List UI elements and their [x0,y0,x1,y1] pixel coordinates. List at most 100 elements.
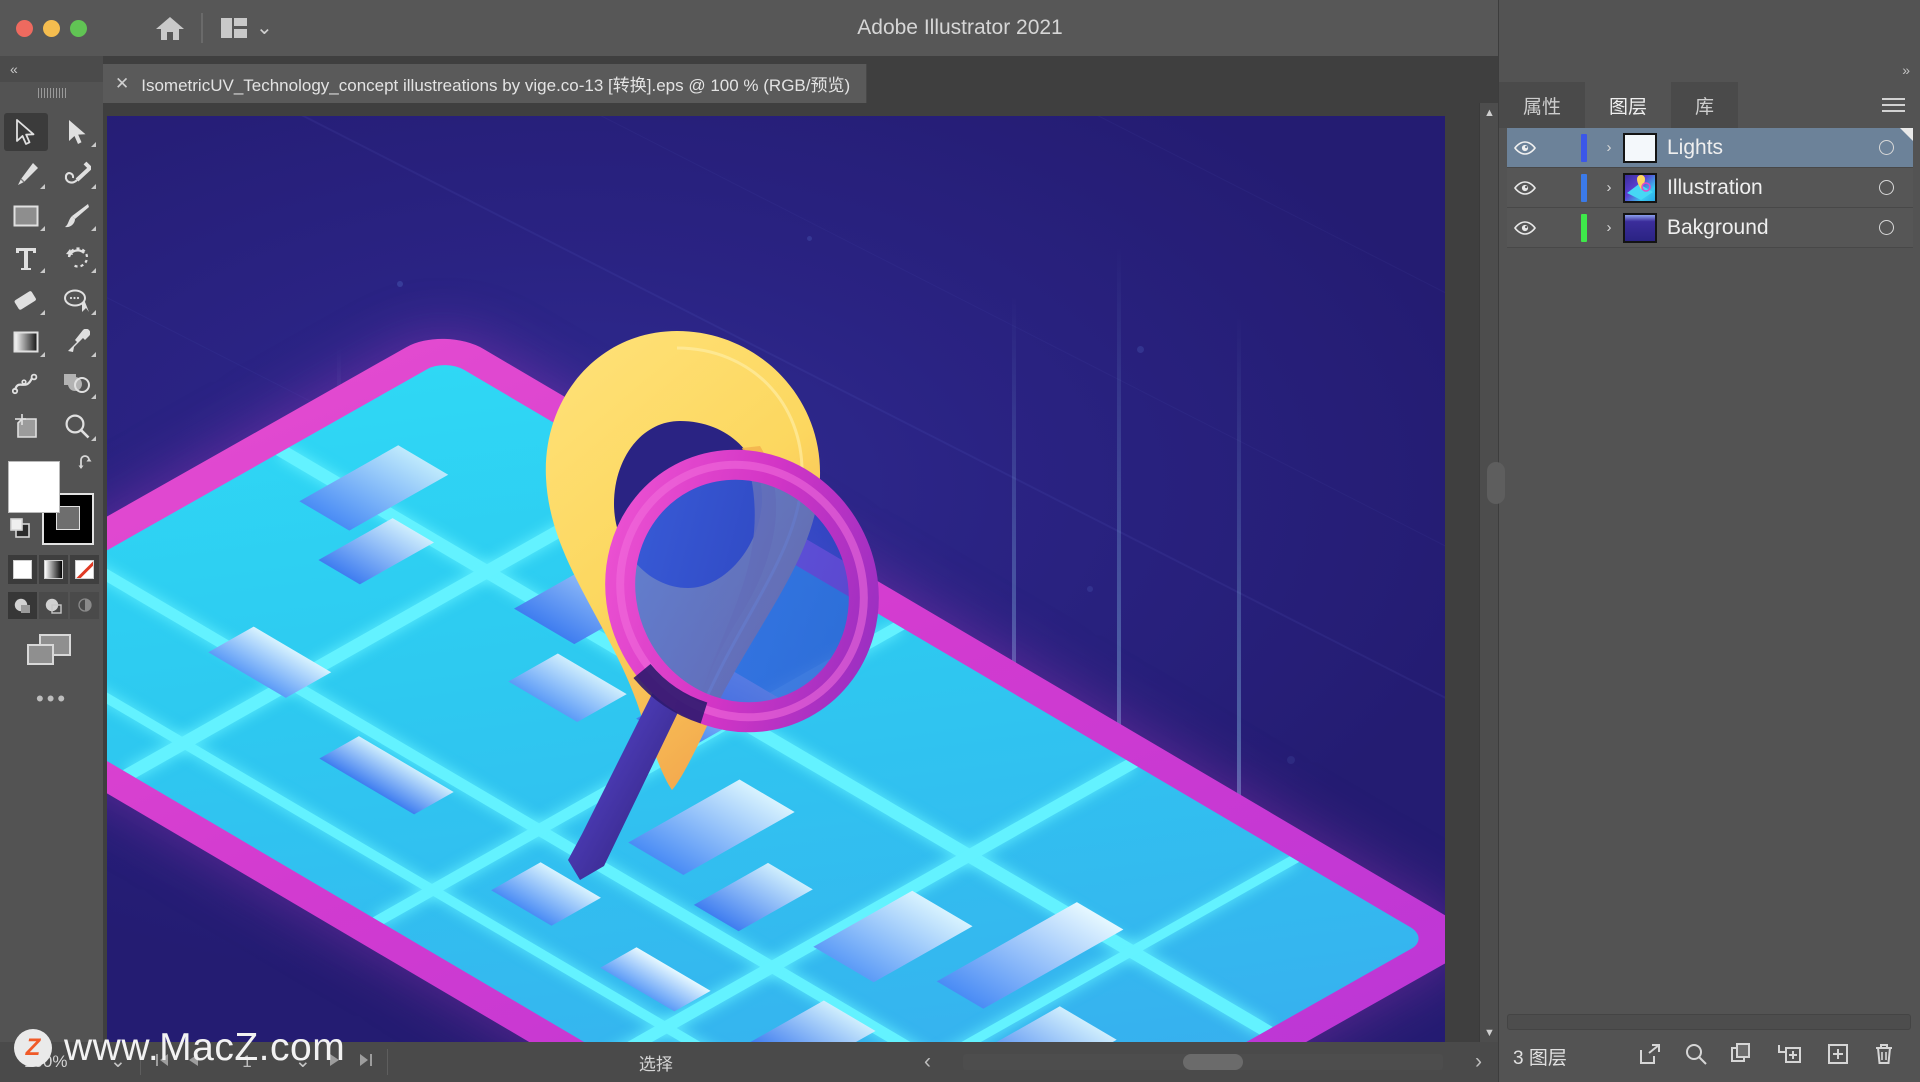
layer-row-lights[interactable]: › Lights [1507,128,1913,168]
scroll-left-icon[interactable]: ‹ [924,1050,931,1074]
default-fill-stroke-icon[interactable] [10,518,34,545]
last-artboard-icon[interactable] [359,1052,373,1072]
none-fill-mode-button[interactable] [70,555,99,584]
eraser-tool[interactable] [0,279,52,321]
draw-behind-mode-button[interactable] [39,592,68,619]
maximize-window-button[interactable] [70,19,87,37]
close-icon[interactable]: ✕ [115,75,129,92]
arrange-documents-button[interactable]: ⌄ [213,12,281,44]
delete-layer-icon[interactable] [1873,1043,1895,1070]
first-artboard-icon[interactable] [155,1052,169,1072]
panel-menu-icon[interactable] [1882,82,1920,128]
eyedropper-tool[interactable] [52,321,104,363]
rotate-tool[interactable] [52,237,104,279]
expand-layer-icon[interactable]: › [1595,139,1623,156]
toolbar-drag-handle[interactable] [0,82,103,103]
expand-layer-icon[interactable]: › [1595,219,1623,236]
canvas-area[interactable] [103,103,1498,1042]
map-building [208,626,332,698]
artboard-chevron-down-icon[interactable]: ⌄ [295,1052,311,1071]
selection-tool[interactable] [0,111,52,153]
tab-layers-label: 图层 [1609,96,1648,118]
search-layer-icon[interactable] [1685,1043,1707,1070]
target-indicator[interactable] [1859,220,1913,235]
flyout-indicator-icon [91,310,96,315]
dock-top-spacer [1499,0,1920,56]
new-sublayer-icon[interactable] [1777,1043,1803,1070]
panel-resize-handle[interactable] [1487,462,1505,504]
layers-horizontal-scrollbar[interactable] [1507,1014,1911,1030]
collapse-toolbar-button[interactable]: « [0,56,103,82]
background-dot [1087,586,1093,592]
layer-row-illustration[interactable]: › Illustration [1507,168,1913,208]
home-icon[interactable] [149,7,191,49]
shape-builder-tool[interactable] [52,363,104,405]
zoom-tool[interactable] [52,405,104,447]
gradient-tool[interactable] [0,321,52,363]
artboard-tool[interactable] [0,405,52,447]
tab-layers[interactable]: 图层 [1585,82,1672,128]
close-window-button[interactable] [16,19,33,37]
canvas-vertical-scrollbar[interactable]: ▲ ▼ [1479,103,1498,1042]
next-artboard-icon[interactable] [329,1052,341,1072]
tools-panel: ••• [0,103,103,1042]
flyout-indicator-icon [91,352,96,357]
flyout-indicator-icon [39,268,45,273]
change-screen-mode-icon[interactable] [26,633,103,672]
artboard-navigation: 1 ⌄ [141,1052,387,1072]
swap-fill-stroke-icon[interactable] [78,455,96,476]
curvature-tool[interactable] [52,153,104,195]
fill-color-swatch[interactable] [8,461,60,513]
zoom-chevron-down-icon[interactable]: ⌄ [110,1052,140,1071]
more-tools-button[interactable]: ••• [36,688,103,710]
expand-layer-icon[interactable]: › [1595,179,1623,196]
gradient-fill-mode-button[interactable] [39,555,68,584]
type-tool[interactable] [0,237,52,279]
grip-lines-icon [37,87,66,98]
target-indicator[interactable] [1859,140,1913,155]
visibility-eye-icon[interactable] [1507,220,1543,235]
visibility-eye-icon[interactable] [1507,140,1543,155]
direct-selection-tool[interactable] [52,111,104,153]
layer-color-indicator [1573,133,1595,162]
scroll-up-icon[interactable]: ▲ [1480,103,1499,122]
draw-inside-mode-button[interactable] [70,592,99,619]
layer-color-indicator [1573,213,1595,242]
scroll-right-icon[interactable]: › [1475,1050,1482,1074]
map-building [319,736,454,815]
pen-tool[interactable] [0,153,52,195]
duplicate-layer-icon[interactable] [1731,1042,1753,1070]
layers-footer: 3 图层 [1499,1030,1920,1082]
document-tab[interactable]: ✕ IsometricUV_Technology_concept illustr… [103,64,868,103]
arrange-chevron-down-icon: ⌄ [256,17,273,39]
collapse-toolbar-label: « [10,61,18,77]
rectangle-tool[interactable] [0,195,52,237]
window-controls[interactable] [0,19,87,37]
collapse-panels-button[interactable]: » [1902,62,1910,78]
paintbrush-tool[interactable] [52,195,104,237]
artboard[interactable] [107,116,1445,1042]
current-tool-label[interactable]: 选择 [388,1050,924,1075]
map-building [749,1000,876,1042]
visibility-eye-icon[interactable] [1507,180,1543,195]
scroll-down-icon[interactable]: ▼ [1480,1023,1499,1042]
minimize-window-button[interactable] [43,19,60,37]
locate-object-icon[interactable] [1639,1043,1661,1070]
lasso-tool[interactable] [52,279,104,321]
zoom-level-field[interactable]: 100% [0,1052,110,1072]
color-fill-mode-button[interactable] [8,555,37,584]
flyout-indicator-icon [91,436,96,441]
new-layer-icon[interactable] [1827,1043,1849,1070]
horizontal-scrollbar-thumb[interactable] [1183,1054,1243,1070]
tab-libraries[interactable]: 库 [1671,82,1739,128]
draw-normal-mode-button[interactable] [8,592,37,619]
artboard-number-field[interactable]: 1 [217,1052,277,1072]
tab-properties[interactable]: 属性 [1499,82,1586,128]
blend-tool[interactable] [0,363,52,405]
map-building [299,445,449,531]
previous-artboard-icon[interactable] [187,1052,199,1072]
layer-row-bakground[interactable]: › Bakground [1507,208,1913,248]
layers-list: › Lights › Illustration › Bakground [1507,128,1913,248]
horizontal-scrollbar[interactable] [963,1054,1443,1070]
target-indicator[interactable] [1859,180,1913,195]
